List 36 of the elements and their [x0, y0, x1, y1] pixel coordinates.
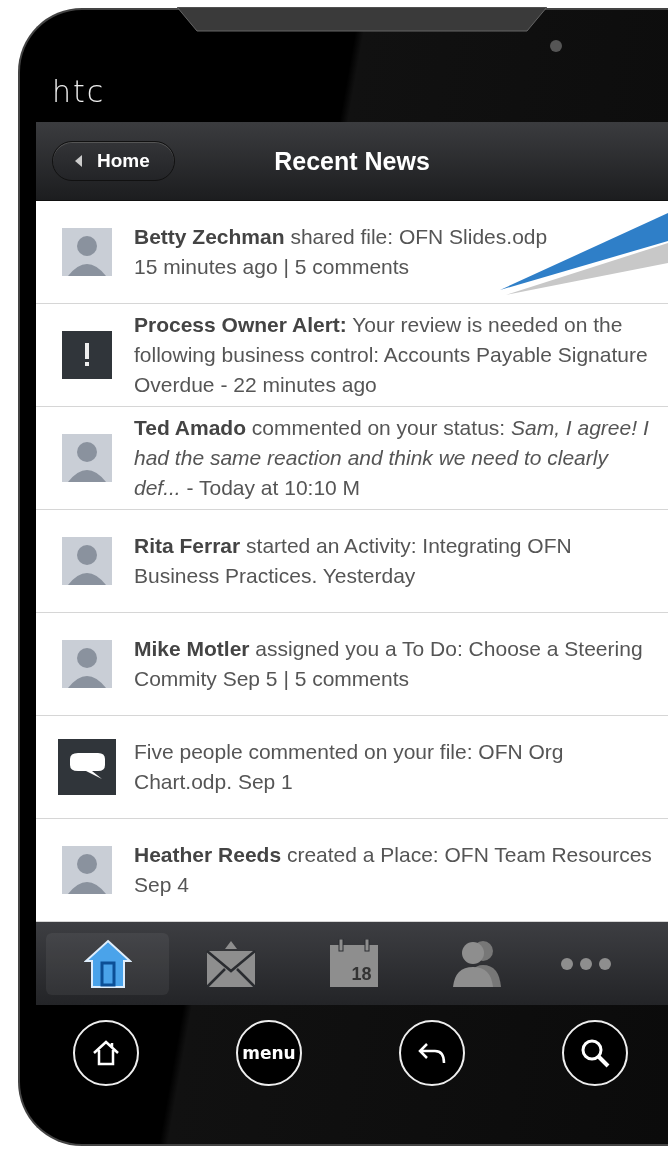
avatar: [62, 846, 112, 894]
more-icon: [560, 956, 612, 971]
calendar-tab[interactable]: 18: [292, 932, 415, 995]
avatar: [62, 537, 112, 585]
home-icon: [83, 938, 132, 989]
house-icon: [92, 1040, 120, 1066]
calendar-icon: [327, 938, 380, 989]
menu-key[interactable]: menu: [236, 1020, 302, 1086]
news-item[interactable]: Ted Amado commented on your status: Sam, I agree! I had the same reaction and think we need to clearly def... - Today at 10:10 M: [36, 407, 668, 510]
back-arrow-icon: [417, 1041, 447, 1065]
news-text: Ted Amado commented on your status: Sam, I agree! I had the same reaction and think we need to clearly def... - Today at 10:10 M: [134, 415, 650, 501]
avatar: [62, 640, 112, 688]
news-text: Mike Motler assigned you a To Do: Choose a Steering Commity Sep 5 | 5 comments: [134, 636, 644, 692]
news-item[interactable]: Five people commented on your file: OFN Org Chart.odp. Sep 1: [36, 716, 668, 819]
news-text: Betty Zechman shared file: OFN Slides.odp: [134, 224, 549, 250]
news-item[interactable]: Mike Motler assigned you a To Do: Choose a Steering Commity Sep 5 | 5 comments: [36, 613, 668, 716]
avatar: [62, 434, 112, 482]
brand-logo: htc: [52, 74, 106, 109]
exclamation-icon: [84, 343, 90, 367]
news-text: Rita Ferrar started an Activity: Integrating OFN Business Practices. Yesterday: [134, 533, 573, 589]
home-tab[interactable]: [46, 932, 169, 995]
screen-title: Recent News: [274, 146, 430, 176]
news-text: Five people commented on your file: OFN Org Chart.odp. Sep 1: [134, 739, 565, 795]
people-icon: [450, 938, 503, 989]
caret-icon: [75, 155, 83, 167]
search-icon: [580, 1038, 610, 1068]
camera-icon: [550, 40, 562, 52]
avatar: [62, 228, 112, 276]
news-item[interactable]: Process Owner Alert: Your review is needed on the following business control: Accounts Payable Signature Overdue - 22 minutes ago: [36, 304, 668, 407]
news-meta: 15 minutes ago | 5 comments: [134, 254, 411, 280]
home-back-button[interactable]: Home: [52, 141, 175, 181]
calendar-date: 18: [351, 963, 372, 985]
news-text: Heather Reeds created a Place: OFN Team Resources Sep 4: [134, 842, 653, 898]
speech-bubble-icon: [58, 739, 116, 795]
news-text: Process Owner Alert: Your review is needed on the following business control: Accounts Payable Signature Overdue - 22 minutes ago: [134, 312, 649, 398]
news-item[interactable]: Rita Ferrar started an Activity: Integrating OFN Business Practices. Yesterday: [36, 510, 668, 613]
